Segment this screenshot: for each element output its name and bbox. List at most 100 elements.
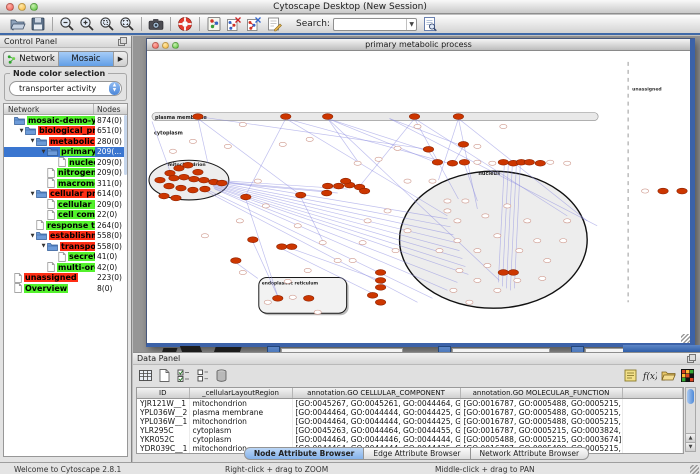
tree-row[interactable]: ▼cellular process614(0) <box>4 189 127 200</box>
close-button[interactable] <box>6 3 14 11</box>
delete-attribute-icon[interactable] <box>214 368 229 383</box>
tree-row[interactable]: response to stimulu264(0) <box>4 220 127 231</box>
scroll-up-button[interactable]: ▲ <box>686 433 695 442</box>
table-cell[interactable]: [GO:0045267, GO:0045261, GO:0044464, G..… <box>292 398 460 408</box>
search-options-icon[interactable] <box>422 16 438 32</box>
table-scrollbar[interactable]: ▲ ▼ <box>685 387 696 452</box>
more-tabs-button[interactable]: ▶ <box>114 52 127 66</box>
tree-row[interactable]: cell communicat22(0) <box>4 210 127 221</box>
snapshot-camera-icon[interactable] <box>148 16 164 32</box>
tab-network-attribute-browser[interactable]: Network Attribute Browser <box>471 447 590 460</box>
expand-arrow-icon[interactable]: ▼ <box>40 243 47 249</box>
filter-nodes-icon[interactable] <box>226 16 242 32</box>
import-attributes-icon[interactable] <box>661 368 676 383</box>
tree-row[interactable]: macromolecule311(0) <box>4 178 127 189</box>
expand-arrow-icon[interactable]: ▼ <box>18 128 25 134</box>
new-attribute-icon[interactable] <box>157 368 172 383</box>
tree-row[interactable]: nitrogen compo209(0) <box>4 168 127 179</box>
expand-arrow-icon[interactable]: ▼ <box>29 233 36 239</box>
zoom-in-icon[interactable] <box>79 16 95 32</box>
app-resize-grip[interactable] <box>690 465 699 474</box>
table-cell[interactable]: [GO:0045263, GO:0044464, GO:0044455, G..… <box>292 426 460 435</box>
network-zoom-button[interactable] <box>172 42 179 49</box>
tree-scrollbar[interactable] <box>124 115 127 175</box>
float-panel-icon[interactable] <box>687 354 696 363</box>
table-cell[interactable]: [GO:0044464, GO:0044446, GO:0044444, G..… <box>292 435 460 444</box>
table-cell[interactable]: cytoplasm <box>189 426 292 435</box>
minimize-button[interactable] <box>18 3 26 11</box>
tree-row[interactable]: ▼metabolic process280(0) <box>4 136 127 147</box>
annotation-icon[interactable] <box>266 16 282 32</box>
tree-row[interactable]: multi-organism pro42(0) <box>4 262 127 273</box>
background-window-fragment[interactable] <box>623 345 700 352</box>
tab-node-attribute-browser[interactable]: Node Attribute Browser <box>244 447 364 460</box>
network-window-titlebar[interactable]: primary metabolic process <box>147 39 690 51</box>
table-cell[interactable]: [GO:0016787, GO:0005488, GO:0005215, G..… <box>460 417 622 426</box>
table-column-header[interactable]: ID <box>137 388 189 398</box>
table-column-header[interactable]: _cellularLayoutRegion <box>189 388 292 398</box>
table-cell[interactable]: mitochondrion <box>189 417 292 426</box>
function-builder-icon[interactable]: f(x) <box>642 368 657 383</box>
table-cell[interactable]: cytoplasm <box>189 435 292 444</box>
table-cell[interactable]: [GO:0044464, GO:0044444, GO:0044425, G..… <box>292 417 460 426</box>
table-cell[interactable]: [GO:0016787, GO:0005488, GO:0005215, G..… <box>460 398 622 408</box>
tree-row[interactable]: ▼primary metabo209(... <box>4 147 127 158</box>
table-cell[interactable]: [GO:0016787, GO:0005215, GO:0003824, G..… <box>460 426 622 435</box>
zoom-out-icon[interactable] <box>59 16 75 32</box>
zoom-window-button[interactable] <box>30 3 38 11</box>
table-cell[interactable]: YLR295C <box>137 426 189 435</box>
tree-row[interactable]: unassigned223(0) <box>4 273 127 284</box>
table-row[interactable]: YLR295Ccytoplasm[GO:0045263, GO:0044464,… <box>137 426 683 435</box>
network-canvas[interactable]: plasma membranecytoplasmmitochondrionnuc… <box>148 52 690 343</box>
search-dropdown-arrow[interactable]: ▼ <box>406 19 416 30</box>
node-color-combobox[interactable]: transporter activity ▲▼ <box>9 81 122 96</box>
table-cell[interactable]: plasma membrane <box>189 408 292 417</box>
table-row[interactable]: YPL036W__1mitochondrion[GO:0044464, GO:0… <box>137 417 683 426</box>
heatmap-icon[interactable] <box>680 368 695 383</box>
zoom-fit-icon[interactable] <box>119 16 135 32</box>
tree-row[interactable]: mosaic-demo-yeast874(0) <box>4 115 127 126</box>
tree-column-nodes[interactable]: Nodes <box>94 105 127 114</box>
table-cell[interactable]: YPL036W__1 <box>137 417 189 426</box>
float-panel-icon[interactable] <box>118 37 127 46</box>
unselect-attributes-icon[interactable] <box>195 368 210 383</box>
table-row[interactable]: YPL036W__2plasma membrane[GO:0044464, GO… <box>137 408 683 417</box>
network-minimize-button[interactable] <box>162 42 169 49</box>
tree-row[interactable]: ▼establishment of lo558(0) <box>4 231 127 242</box>
select-attributes-icon[interactable] <box>176 368 191 383</box>
network-window-resize-grip[interactable] <box>681 334 690 343</box>
search-input[interactable]: ▼ <box>333 18 417 31</box>
tree-column-network[interactable]: Network <box>4 104 94 114</box>
filter-edges-icon[interactable] <box>246 16 262 32</box>
app-titlebar[interactable]: Cytoscape Desktop (New Session) <box>0 0 700 14</box>
open-file-icon[interactable] <box>10 16 26 32</box>
table-cell[interactable]: YKR052C <box>137 435 189 444</box>
attribute-grid-icon[interactable] <box>138 368 153 383</box>
tree-row[interactable]: ▼transport558(0) <box>4 241 127 252</box>
save-session-icon[interactable] <box>30 16 46 32</box>
tree-row[interactable]: Overview8(0) <box>4 283 127 294</box>
tab-mosaic[interactable]: Mosaic <box>59 52 114 66</box>
table-cell[interactable]: YPL036W__2 <box>137 408 189 417</box>
expand-arrow-icon[interactable]: ▼ <box>29 191 36 197</box>
table-row[interactable]: YKR052Ccytoplasm[GO:0044464, GO:0044446,… <box>137 435 683 444</box>
expand-arrow-icon[interactable]: ▼ <box>40 149 47 155</box>
tree-row[interactable]: secretion41(0) <box>4 252 127 263</box>
table-column-header[interactable]: annotation.GO MOLECULAR_FUNCTION <box>460 388 622 398</box>
network-view-window[interactable]: primary metabolic process plasma membran… <box>146 38 695 347</box>
expand-arrow-icon[interactable]: ▼ <box>29 138 36 144</box>
tree-row[interactable]: ▼biological_process651(0) <box>4 126 127 137</box>
tab-network[interactable]: Network <box>4 52 59 66</box>
table-scrollbar-thumb[interactable] <box>687 389 694 404</box>
help-lifesaver-icon[interactable] <box>177 16 193 32</box>
tree-row[interactable]: cellular metabo209(0) <box>4 199 127 210</box>
table-row[interactable]: YJR121W__1mitochondrion[GO:0045267, GO:0… <box>137 398 683 408</box>
network-close-button[interactable] <box>152 42 159 49</box>
tab-edge-attribute-browser[interactable]: Edge Attribute Browser <box>364 447 470 460</box>
table-cell[interactable]: [GO:0044464, GO:0044444, GO:0044425, G..… <box>292 408 460 417</box>
table-cell[interactable]: YJR121W__1 <box>137 398 189 408</box>
notes-icon[interactable] <box>623 368 638 383</box>
vizmapper-icon[interactable] <box>206 16 222 32</box>
table-cell[interactable]: mitochondrion <box>189 398 292 408</box>
tree-row[interactable]: nucleobase-209(0) <box>4 157 127 168</box>
